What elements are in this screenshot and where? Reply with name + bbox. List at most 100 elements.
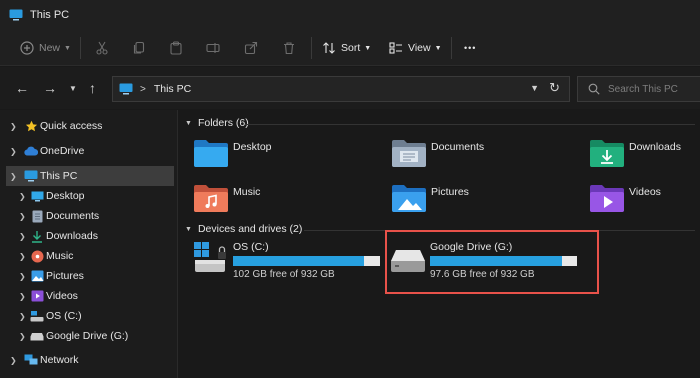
folder-label: Videos [629, 186, 661, 198]
star-icon [24, 119, 38, 133]
folders-group-header[interactable]: ▼ Folders (6) [185, 117, 249, 129]
chevron-right-icon[interactable]: ❯ [19, 212, 26, 221]
new-icon [20, 41, 34, 55]
delete-button[interactable] [282, 34, 296, 62]
folder-label: Pictures [431, 186, 469, 198]
nav-item-downloads[interactable]: ❯ Downloads [0, 226, 176, 246]
folder-pictures[interactable]: Pictures [392, 181, 572, 215]
nav-item-this-pc[interactable]: ❯ This PC [6, 166, 174, 186]
more-options-button[interactable]: ••• [464, 34, 476, 62]
drives-group-label: Devices and drives (2) [197, 223, 303, 235]
nav-item-network[interactable]: ❯ Network [0, 350, 176, 370]
chevron-right-icon[interactable]: ❯ [19, 192, 26, 201]
folder-label: Desktop [233, 141, 272, 153]
folder-downloads[interactable]: Downloads [590, 136, 700, 170]
nav-item-label: Videos [46, 290, 78, 302]
paste-button[interactable] [169, 34, 183, 62]
nav-item-pictures[interactable]: ❯ Pictures [0, 266, 176, 286]
search-box[interactable]: Search This PC [577, 76, 700, 102]
view-icon [389, 42, 402, 54]
address-bar[interactable]: > This PC ▼ ↻ [112, 76, 570, 102]
nav-item-google-drive[interactable]: ❯ Google Drive (G:) [0, 326, 176, 346]
desktop-folder-icon [194, 140, 228, 167]
nav-item-onedrive[interactable]: ❯ OneDrive [0, 141, 176, 161]
documents-folder-icon [392, 140, 426, 167]
windows-drive-icon [30, 309, 44, 323]
folder-videos[interactable]: Videos [590, 181, 700, 215]
nav-item-music[interactable]: ❯ Music [0, 246, 176, 266]
videos-icon [30, 289, 44, 303]
nav-item-label: Google Drive (G:) [46, 330, 129, 342]
downloads-folder-icon [590, 140, 624, 167]
rename-button[interactable] [206, 34, 220, 62]
chevron-down-icon: ▼ [364, 44, 372, 52]
chevron-right-icon[interactable]: ❯ [19, 332, 26, 341]
chevron-right-icon[interactable]: ❯ [10, 356, 17, 365]
chevron-right-icon[interactable]: ❯ [10, 147, 17, 156]
search-icon [588, 83, 600, 95]
separator [311, 37, 312, 59]
separator [80, 37, 81, 59]
drive-free-space: 102 GB free of 932 GB [233, 269, 335, 280]
nav-item-desktop[interactable]: ❯ Desktop [0, 186, 176, 206]
desktop-icon [30, 189, 44, 203]
pictures-folder-icon [392, 185, 426, 212]
nav-item-videos[interactable]: ❯ Videos [0, 286, 176, 306]
recent-locations-button[interactable]: ▼ [69, 81, 77, 97]
windows-drive-icon [194, 242, 226, 272]
nav-item-label: OneDrive [40, 145, 85, 157]
share-button[interactable] [244, 34, 258, 62]
folder-music[interactable]: Music [194, 181, 374, 215]
chevron-down-icon[interactable]: ▼ [530, 83, 539, 93]
sort-button[interactable]: Sort ▼ [322, 34, 371, 62]
drive-os-c[interactable]: OS (C:) 102 GB free of 932 GB [192, 238, 382, 282]
folder-desktop[interactable]: Desktop [194, 136, 374, 170]
nav-item-label: Documents [46, 210, 100, 222]
chevron-right-icon[interactable]: ❯ [19, 312, 26, 321]
chevron-down-icon: ▼ [185, 225, 192, 233]
folder-label: Music [233, 186, 261, 198]
chevron-down-icon[interactable]: ❯ [10, 172, 17, 181]
sort-label: Sort [341, 42, 361, 54]
back-button[interactable]: ← [15, 80, 29, 96]
cut-icon [96, 41, 108, 55]
download-icon [30, 229, 44, 243]
nav-item-label: Pictures [46, 270, 84, 282]
nav-item-label: Music [46, 250, 74, 262]
chevron-right-icon[interactable]: ❯ [19, 252, 26, 261]
cut-button[interactable] [95, 34, 109, 62]
nav-item-os-c[interactable]: ❯ OS (C:) [0, 306, 176, 326]
copy-button[interactable] [132, 34, 146, 62]
nav-item-documents[interactable]: ❯ Documents [0, 206, 176, 226]
new-button[interactable]: New ▼ [20, 34, 71, 62]
up-button[interactable]: ↑ [89, 80, 96, 96]
view-label: View [408, 42, 431, 54]
rename-icon [206, 43, 220, 53]
chevron-right-icon[interactable]: ❯ [19, 292, 26, 301]
cloud-icon [24, 144, 38, 158]
network-icon [24, 353, 38, 367]
drive-usage-bar [233, 256, 380, 266]
more-icon: ••• [464, 43, 477, 53]
sort-icon [323, 42, 335, 54]
drive-icon [30, 329, 44, 343]
chevron-right-icon[interactable]: ❯ [10, 122, 17, 131]
nav-item-label: Quick access [40, 120, 103, 132]
chevron-right-icon[interactable]: ❯ [19, 272, 26, 281]
breadcrumb-this-pc[interactable]: This PC [154, 83, 191, 95]
documents-icon [30, 209, 44, 223]
nav-item-quick-access[interactable]: ❯ Quick access [0, 116, 176, 136]
chevron-right-icon[interactable]: ❯ [19, 232, 26, 241]
forward-button[interactable]: → [43, 80, 57, 96]
videos-folder-icon [590, 185, 624, 212]
folders-group-rule [245, 124, 695, 125]
drives-group-header[interactable]: ▼ Devices and drives (2) [185, 223, 302, 235]
refresh-icon[interactable]: ↻ [549, 80, 560, 96]
nav-item-label: Network [40, 354, 79, 366]
view-button[interactable]: View ▼ [389, 34, 442, 62]
title-bar: This PC [0, 0, 700, 30]
nav-item-label: Downloads [46, 230, 98, 242]
this-pc-icon [24, 169, 38, 183]
folder-documents[interactable]: Documents [392, 136, 572, 170]
navigation-pane: ❯ Quick access ❯ OneDrive ❯ This PC ❯ De… [0, 110, 178, 378]
